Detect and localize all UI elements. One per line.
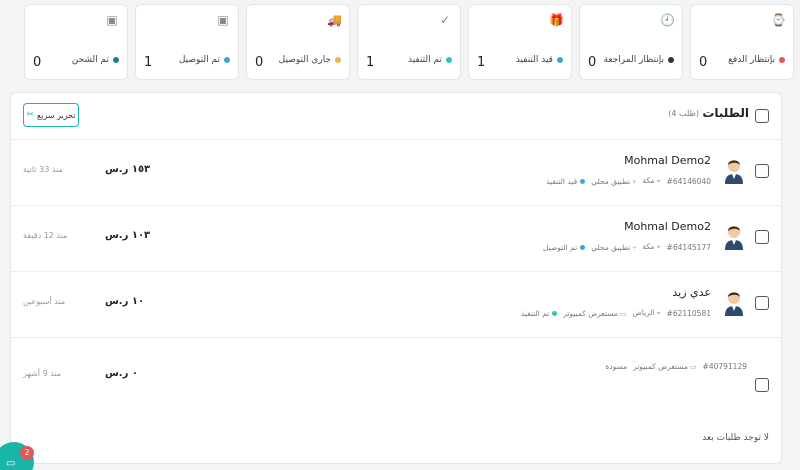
order-status: مسودة [605,362,628,371]
order-checkbox[interactable] [755,230,769,244]
status-dot [668,57,674,63]
order-city: مكة [642,176,655,185]
order-time: منذ 33 ثانية [23,165,63,174]
stat-card-shipped[interactable]: ▣ تم الشحن 0 [24,4,128,80]
stat-card-delivered[interactable]: ▣ تم التوصيل 1 [135,4,239,80]
order-row[interactable]: Mohmal Demo2 #64146040 ⌖مكة ⑂تطبيق محلي … [11,139,781,205]
status-dot [335,57,341,63]
status-dot [557,57,563,63]
magic-wand-icon: ✂ [26,110,34,120]
stat-value: 1 [477,55,486,70]
order-meta: #40791129 ▭مستعرض كمبيوتر مسودة [605,362,747,371]
order-status: قيد التنفيذ [546,176,578,186]
order-city: الرياض [632,308,655,317]
stat-card-completed[interactable]: ✓ تم التنفيذ 1 [357,4,461,80]
status-dot [224,57,230,63]
order-id[interactable]: #64145177 [667,243,711,252]
order-meta: #64145177 ⌖مكة ⑂تطبيق محلي تم التوصيل [543,242,711,252]
order-row[interactable]: عدي زيد #62110581 ⌖الرياض ▭مستعرض كمبيوت… [11,271,781,337]
order-amount: ١٥٣ ر.س [105,164,151,175]
archive-icon: ▣ [106,13,118,27]
order-id[interactable]: #62110581 [667,309,711,318]
monitor-icon: ▭ [620,309,627,318]
status-dot [552,310,558,316]
stat-label: بإنتظار الدفع [728,55,775,65]
stat-value: 0 [33,55,42,70]
stat-card-awaiting-review[interactable]: 🕘 بإنتظار المراجعة 0 [579,4,683,80]
avatar [725,292,743,316]
select-all-checkbox[interactable] [755,109,769,123]
status-dot [580,178,586,184]
stat-label: تم الشحن [71,55,109,65]
gift-icon: 🎁 [549,13,564,27]
stat-label: بإنتظار المراجعة [603,55,664,65]
order-time: منذ أسبوعين [23,297,66,306]
order-time: منذ 12 دقيقة [23,231,68,240]
stat-value: 0 [588,55,597,70]
order-checkbox[interactable] [755,378,769,392]
stat-value: 1 [144,55,153,70]
notification-badge: 2 [20,446,34,460]
no-more-orders-text: لا توجد طلبات بعد [702,433,769,443]
order-amount: ٠ ر.س [105,368,138,379]
order-source: مستعرض كمبيوتر [633,362,688,371]
clock-icon: 🕘 [660,13,675,27]
truck-icon: 🚚 [327,13,342,27]
quick-edit-button[interactable]: تحرير سريع ✂ [23,103,79,127]
monitor-icon: ▭ [689,363,697,371]
customer-name[interactable]: Mohmal Demo2 [624,220,711,233]
customer-name[interactable]: Mohmal Demo2 [624,154,711,167]
order-source: مستعرض كمبيوتر [563,308,618,318]
stat-value: 1 [366,55,375,70]
status-dot [580,244,586,250]
quick-edit-label: تحرير سريع [36,110,76,120]
order-checkbox[interactable] [755,164,769,178]
avatar [725,226,743,250]
customer-name[interactable]: عدي زيد [672,286,711,299]
orders-panel: الطلبات (4 طلب) تحرير سريع ✂ Mohmal Demo… [10,92,782,464]
watch-icon: ⌚ [771,13,786,27]
stat-card-delivering[interactable]: 🚚 جاري التوصيل 0 [246,4,350,80]
stat-card-awaiting-payment[interactable]: ⌚ بإنتظار الدفع 0 [690,4,794,80]
stat-label: قيد التنفيذ [515,55,553,65]
stat-label: جاري التوصيل [278,55,331,65]
order-id[interactable]: #64146040 [667,177,711,186]
stat-value: 0 [255,55,264,70]
branch-icon: ⑂ [632,177,637,186]
order-source: تطبيق محلي [591,176,631,186]
stat-card-in-progress[interactable]: 🎁 قيد التنفيذ 1 [468,4,572,80]
stat-label: تم التوصيل [178,55,220,65]
order-status-cards: ⌚ بإنتظار الدفع 0 🕘 بإنتظار المراجعة 0 🎁… [0,4,800,80]
order-checkbox[interactable] [755,296,769,310]
order-status: تم التنفيذ [520,308,550,318]
avatar [725,160,743,184]
stat-label: تم التنفيذ [407,55,442,65]
orders-title: الطلبات [702,106,749,120]
branch-icon: ⑂ [632,243,637,252]
order-row[interactable]: Mohmal Demo2 #64145177 ⌖مكة ⑂تطبيق محلي … [11,205,781,271]
orders-count: (4 طلب) [668,109,699,118]
order-city: مكة [642,242,655,251]
status-dot [113,57,119,63]
stat-value: 0 [699,55,708,70]
order-id[interactable]: #40791129 [703,362,747,371]
order-meta: #64146040 ⌖مكة ⑂تطبيق محلي قيد التنفيذ [546,176,711,186]
order-row[interactable]: #40791129 ▭مستعرض كمبيوتر مسودة ٠ ر.س من… [11,337,781,403]
orders-header: الطلبات (4 طلب) تحرير سريع ✂ [11,93,781,139]
status-dot [446,57,452,63]
order-amount: ١٠ ر.س [105,296,145,307]
status-dot [779,57,785,63]
order-meta: #62110581 ⌖الرياض ▭مستعرض كمبيوتر تم الت… [521,308,711,318]
box-icon: ▣ [217,13,229,27]
order-time: منذ 9 أشهر [23,369,62,378]
chat-icon: ▭ [6,458,16,469]
location-icon: ⌖ [656,309,661,317]
check-icon: ✓ [439,13,451,27]
location-icon: ⌖ [656,243,661,251]
order-source: تطبيق محلي [591,242,631,252]
location-icon: ⌖ [656,177,661,185]
order-amount: ١٠٣ ر.س [105,230,151,241]
order-status: تم التوصيل [542,242,578,252]
